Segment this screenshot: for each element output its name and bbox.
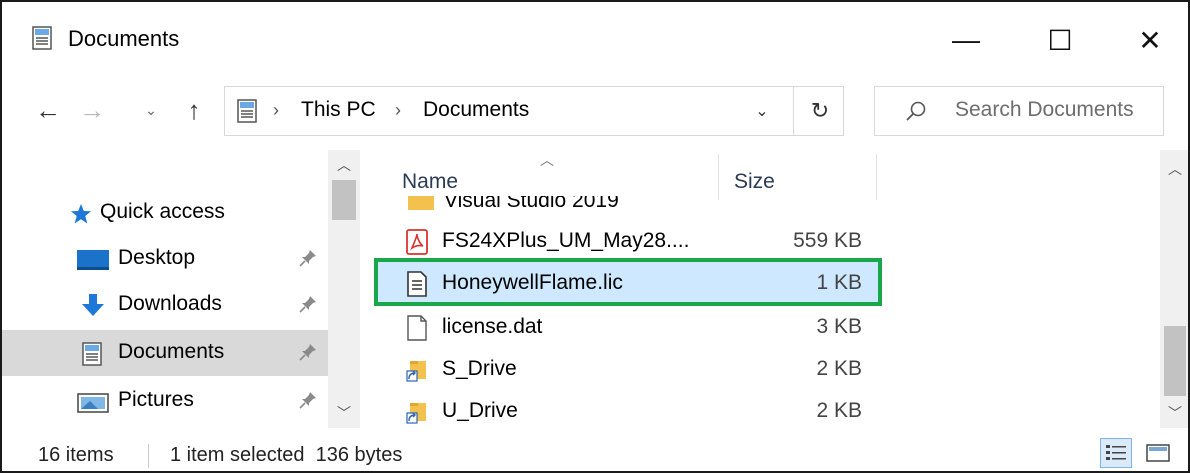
star-icon bbox=[71, 204, 91, 224]
download-arrow-icon bbox=[82, 294, 104, 316]
breadcrumb-separator[interactable]: › bbox=[395, 100, 401, 121]
file-size: 2 KB bbox=[816, 357, 862, 380]
sidebar-item-label: Quick access bbox=[100, 200, 225, 223]
breadcrumb-separator[interactable]: › bbox=[273, 100, 279, 121]
search-icon bbox=[906, 101, 926, 121]
sidebar-item-documents[interactable]: Documents bbox=[2, 330, 328, 376]
file-list-scrollbar[interactable]: ︿ ﹀ bbox=[1160, 150, 1188, 428]
pdf-icon bbox=[406, 229, 428, 255]
sidebar-item-pictures[interactable]: Pictures bbox=[2, 378, 328, 424]
search-placeholder: Search Documents bbox=[955, 98, 1134, 121]
file-list: ︿ Name Size Visual Studio 2019 FS24XPlus… bbox=[364, 150, 1160, 428]
close-button[interactable]: ✕ bbox=[1102, 2, 1188, 78]
details-view-icon bbox=[1106, 445, 1126, 460]
file-size: 2 KB bbox=[816, 399, 862, 422]
sidebar-scrollbar[interactable]: ︿ ﹀ bbox=[328, 150, 360, 428]
file-row[interactable]: FS24XPlus_UM_May28.... 559 KB bbox=[374, 220, 880, 262]
navigation-bar: ← → ⌄ ↑ › This PC › Documents ⌄ ↻ Search… bbox=[2, 78, 1188, 144]
details-view-button[interactable] bbox=[1100, 438, 1132, 468]
breadcrumb-this-pc[interactable]: This PC bbox=[301, 98, 376, 122]
file-size: 1 KB bbox=[816, 271, 862, 294]
document-icon bbox=[32, 26, 52, 50]
sidebar-item-label: Documents bbox=[118, 340, 225, 363]
folder-shortcut-icon bbox=[406, 361, 426, 382]
status-bar: 16 items 1 item selected 136 bytes bbox=[2, 434, 1188, 471]
column-header-name[interactable]: ︿ Name bbox=[364, 150, 718, 202]
status-divider bbox=[148, 444, 149, 468]
folder-icon bbox=[408, 196, 434, 210]
pin-icon[interactable] bbox=[298, 390, 318, 410]
desktop-icon bbox=[77, 250, 109, 270]
scroll-thumb[interactable] bbox=[332, 180, 356, 220]
column-divider[interactable] bbox=[876, 154, 877, 200]
file-row-selected[interactable]: HoneywellFlame.lic 1 KB bbox=[374, 262, 880, 304]
sort-ascending-icon: ︿ bbox=[540, 152, 554, 168]
document-icon bbox=[82, 342, 102, 366]
sidebar-item-label: Pictures bbox=[118, 388, 194, 411]
file-name: FS24XPlus_UM_May28.... bbox=[442, 229, 690, 252]
pin-icon[interactable] bbox=[298, 342, 318, 362]
address-bar[interactable]: › This PC › Documents ⌄ ↻ bbox=[224, 86, 844, 136]
file-name: U_Drive bbox=[442, 399, 518, 422]
scroll-up-button[interactable]: ︿ bbox=[328, 150, 360, 180]
breadcrumb-documents[interactable]: Documents bbox=[423, 98, 529, 122]
column-header-label: Size bbox=[734, 170, 775, 193]
sidebar-item-label: Desktop bbox=[118, 246, 196, 269]
file-name: S_Drive bbox=[442, 357, 517, 380]
blank-file-icon bbox=[407, 315, 427, 341]
file-row[interactable]: license.dat 3 KB bbox=[374, 306, 880, 348]
title-bar: Documents — ☐ ✕ bbox=[2, 2, 1188, 78]
window-title: Documents bbox=[68, 26, 180, 51]
sidebar-item-downloads[interactable]: Downloads bbox=[2, 282, 328, 328]
address-divider bbox=[793, 87, 794, 135]
navigation-pane: Quick access Desktop Downloads Documents… bbox=[2, 150, 362, 428]
text-file-icon bbox=[407, 271, 427, 297]
file-row[interactable]: S_Drive 2 KB bbox=[374, 348, 880, 390]
file-name: license.dat bbox=[442, 315, 543, 338]
pictures-icon bbox=[77, 393, 109, 413]
up-button[interactable]: ↑ bbox=[176, 90, 212, 130]
document-icon bbox=[237, 99, 257, 123]
refresh-button[interactable]: ↻ bbox=[805, 95, 835, 127]
scroll-thumb[interactable] bbox=[1164, 326, 1186, 396]
scroll-up-button[interactable]: ︿ bbox=[1160, 154, 1188, 184]
partial-file-name: Visual Studio 2019 bbox=[444, 194, 619, 208]
sidebar-item-quick-access[interactable]: Quick access bbox=[2, 190, 328, 236]
file-name: HoneywellFlame.lic bbox=[442, 271, 623, 294]
large-icons-view-icon bbox=[1146, 444, 1170, 462]
sidebar-item-label: Downloads bbox=[118, 292, 222, 315]
file-row[interactable]: U_Drive 2 KB bbox=[374, 390, 880, 428]
large-icons-view-button[interactable] bbox=[1142, 438, 1174, 468]
column-divider[interactable] bbox=[718, 154, 719, 200]
folder-shortcut-icon bbox=[406, 403, 426, 424]
back-button[interactable]: ← bbox=[28, 90, 68, 130]
scroll-down-button[interactable]: ﹀ bbox=[1160, 398, 1188, 428]
pin-icon[interactable] bbox=[298, 248, 318, 268]
sidebar-item-desktop[interactable]: Desktop bbox=[2, 236, 328, 282]
maximize-button[interactable]: ☐ bbox=[1012, 2, 1108, 78]
selection-info: 1 item selected 136 bytes bbox=[170, 444, 403, 466]
forward-button[interactable]: → bbox=[72, 90, 112, 130]
pin-icon[interactable] bbox=[298, 294, 318, 314]
file-size: 3 KB bbox=[816, 315, 862, 338]
column-header-label: Name bbox=[402, 170, 459, 193]
scroll-down-button[interactable]: ﹀ bbox=[328, 398, 360, 428]
recent-locations-button[interactable]: ⌄ bbox=[140, 90, 162, 130]
minimize-button[interactable]: — bbox=[918, 2, 1014, 78]
column-header-size[interactable]: Size bbox=[720, 150, 876, 202]
explorer-window: Documents — ☐ ✕ ← → ⌄ ↑ › This PC › Docu… bbox=[0, 0, 1190, 473]
file-size: 559 KB bbox=[793, 229, 862, 252]
address-dropdown-button[interactable]: ⌄ bbox=[747, 95, 777, 127]
search-input[interactable]: Search Documents bbox=[874, 86, 1164, 136]
item-count: 16 items bbox=[38, 444, 114, 466]
